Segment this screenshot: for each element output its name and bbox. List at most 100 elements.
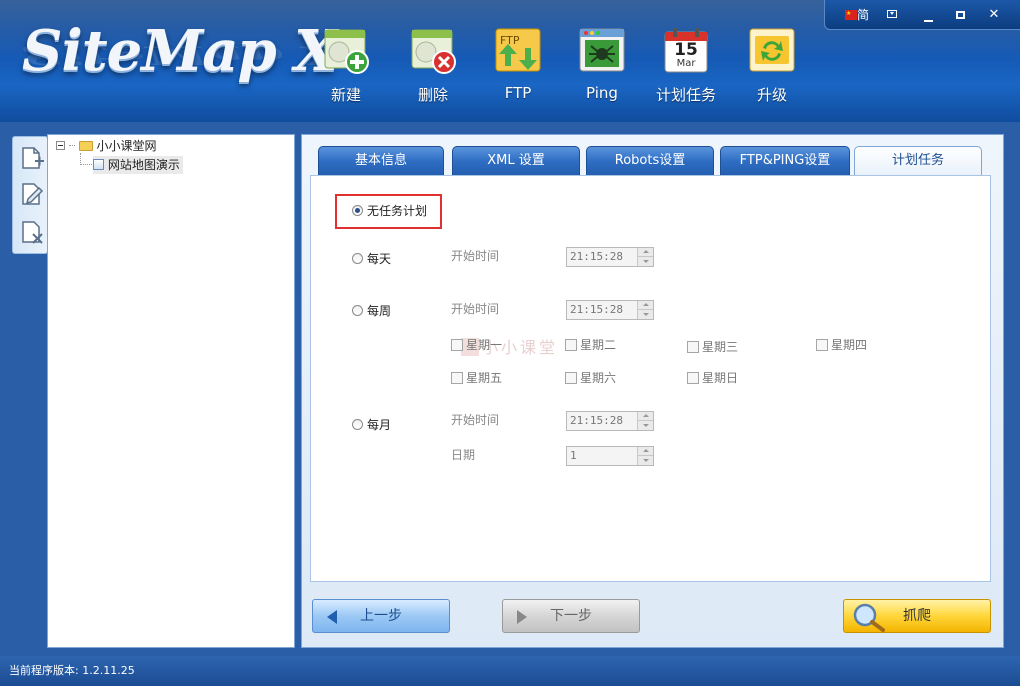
folder-open-icon [78,141,93,151]
checkbox-icon [451,339,463,351]
update-button[interactable]: 升级 [732,26,812,105]
ping-label: Ping [586,84,618,102]
edit-page-button[interactable] [19,181,45,207]
daily-time-input[interactable]: 21:15:28 [566,247,654,267]
spin-up-icon[interactable] [637,412,653,421]
schedule-button[interactable]: 15 Mar 计划任务 [646,26,726,105]
thursday-label: 星期四 [831,338,868,352]
calendar-month: Mar [676,58,696,69]
radio-icon [352,419,363,430]
update-label: 升级 [756,86,787,104]
checkbox-icon [565,339,577,351]
lang-badge: 简 [856,8,869,22]
wednesday-label: 星期三 [702,340,739,354]
tab-robots-settings[interactable]: Robots设置 [586,146,714,175]
prev-step-button[interactable]: 上一步 [312,599,450,633]
schedule-content: 小小课堂 无任务计划 每天 开始时间 21:15:28 每周 开始时间 21:1… [310,175,991,582]
next-step-button[interactable]: 下一步 [502,599,640,633]
tab-basic-info[interactable]: 基本信息 [318,146,444,175]
daily-time-value: 21:15:28 [570,250,623,263]
calendar-icon: 15 Mar [661,26,711,76]
tree-root-label: 小小课堂网 [96,139,157,153]
spin-down-icon[interactable] [637,456,653,465]
delete-site-label: 删除 [417,86,448,104]
no-schedule-label: 无任务计划 [367,204,428,218]
minimize-button[interactable] [917,6,939,24]
monthly-day-value: 1 [570,449,577,462]
ping-button[interactable]: Ping [562,26,642,102]
ftp-button[interactable]: FTP FTP [478,26,558,102]
weekly-label: 每周 [367,304,392,318]
collapse-icon[interactable] [56,141,65,150]
weekly-start-time-label: 开始时间 [451,302,500,316]
new-site-icon [321,26,371,76]
calendar-day: 15 [674,40,698,60]
checkbox-monday[interactable]: 星期一 [451,337,502,353]
checkbox-sunday[interactable]: 星期日 [687,370,738,386]
tree-node-child[interactable]: 网站地图演示 [93,156,183,174]
checkbox-wednesday[interactable]: 星期三 [687,339,738,355]
monthly-time-value: 21:15:28 [570,414,623,427]
checkbox-icon [816,339,828,351]
edit-page-icon [22,183,44,205]
version-label: 当前程序版本: [9,664,79,677]
checkbox-saturday[interactable]: 星期六 [565,370,616,386]
checkbox-icon [687,372,699,384]
radio-daily[interactable]: 每天 [352,250,391,268]
friday-label: 星期五 [466,371,503,385]
radio-weekly[interactable]: 每周 [352,302,391,320]
spin-down-icon[interactable] [637,421,653,430]
spin-up-icon[interactable] [637,301,653,310]
tab-ftp-ping-settings[interactable]: FTP&PING设置 [720,146,850,175]
arrow-right-icon [517,610,527,624]
ftp-icon: FTP [493,26,543,76]
sunday-label: 星期日 [702,371,739,385]
language-button[interactable]: ★ 简 [843,6,871,24]
minimize-icon [923,20,933,22]
ftp-label: FTP [504,84,532,102]
spin-up-icon[interactable] [637,447,653,456]
app-logo: SiteMap X [22,18,338,84]
tab-schedule[interactable]: 计划任务 [854,146,982,176]
radio-icon-checked [352,205,363,216]
tree-connector [80,164,92,165]
monday-label: 星期一 [466,338,503,352]
radio-monthly[interactable]: 每月 [352,416,391,434]
settings-panel: 基本信息 XML 设置 Robots设置 FTP&PING设置 计划任务 小小课… [301,134,1004,648]
tree-child-label: 网站地图演示 [107,158,180,172]
maximize-button[interactable] [949,6,971,24]
crawl-button[interactable]: 抓爬 [843,599,991,633]
spin-down-icon[interactable] [637,257,653,266]
tab-xml-settings[interactable]: XML 设置 [452,146,580,175]
tuesday-label: 星期二 [580,338,617,352]
tree-node-root[interactable]: 小小课堂网 [56,137,157,155]
spin-up-icon[interactable] [637,248,653,257]
delete-site-button[interactable]: 删除 [393,26,473,105]
maximize-icon [955,11,965,19]
new-site-button[interactable]: 新建 [306,26,386,105]
remove-page-button[interactable] [19,219,45,245]
radio-no-schedule[interactable]: 无任务计划 [352,202,427,220]
checkbox-tuesday[interactable]: 星期二 [565,337,616,353]
monthly-date-label: 日期 [451,448,476,462]
monthly-day-input[interactable]: 1 [566,446,654,466]
version-value: 1.2.11.25 [82,664,135,677]
app-header: SiteMap X SiteMap X 新建 删除 FTP FTP Ping 1… [0,0,1020,122]
remove-page-icon [22,221,43,244]
new-site-label: 新建 [330,86,361,104]
add-page-button[interactable] [19,145,45,171]
checkbox-icon [565,372,577,384]
delete-site-icon [408,26,458,76]
weekly-time-value: 21:15:28 [570,303,623,316]
monthly-time-input[interactable]: 21:15:28 [566,411,654,431]
spin-down-icon[interactable] [637,310,653,319]
status-bar: 当前程序版本: 1.2.11.25 [0,656,1020,686]
checkbox-thursday[interactable]: 星期四 [816,337,867,353]
next-step-label: 下一步 [550,608,592,624]
weekly-time-input[interactable]: 21:15:28 [566,300,654,320]
checkbox-friday[interactable]: 星期五 [451,370,502,386]
close-button[interactable]: ✕ [983,6,1005,24]
menu-button[interactable] [881,6,903,24]
page-icon [93,159,104,170]
daily-label: 每天 [367,252,392,266]
